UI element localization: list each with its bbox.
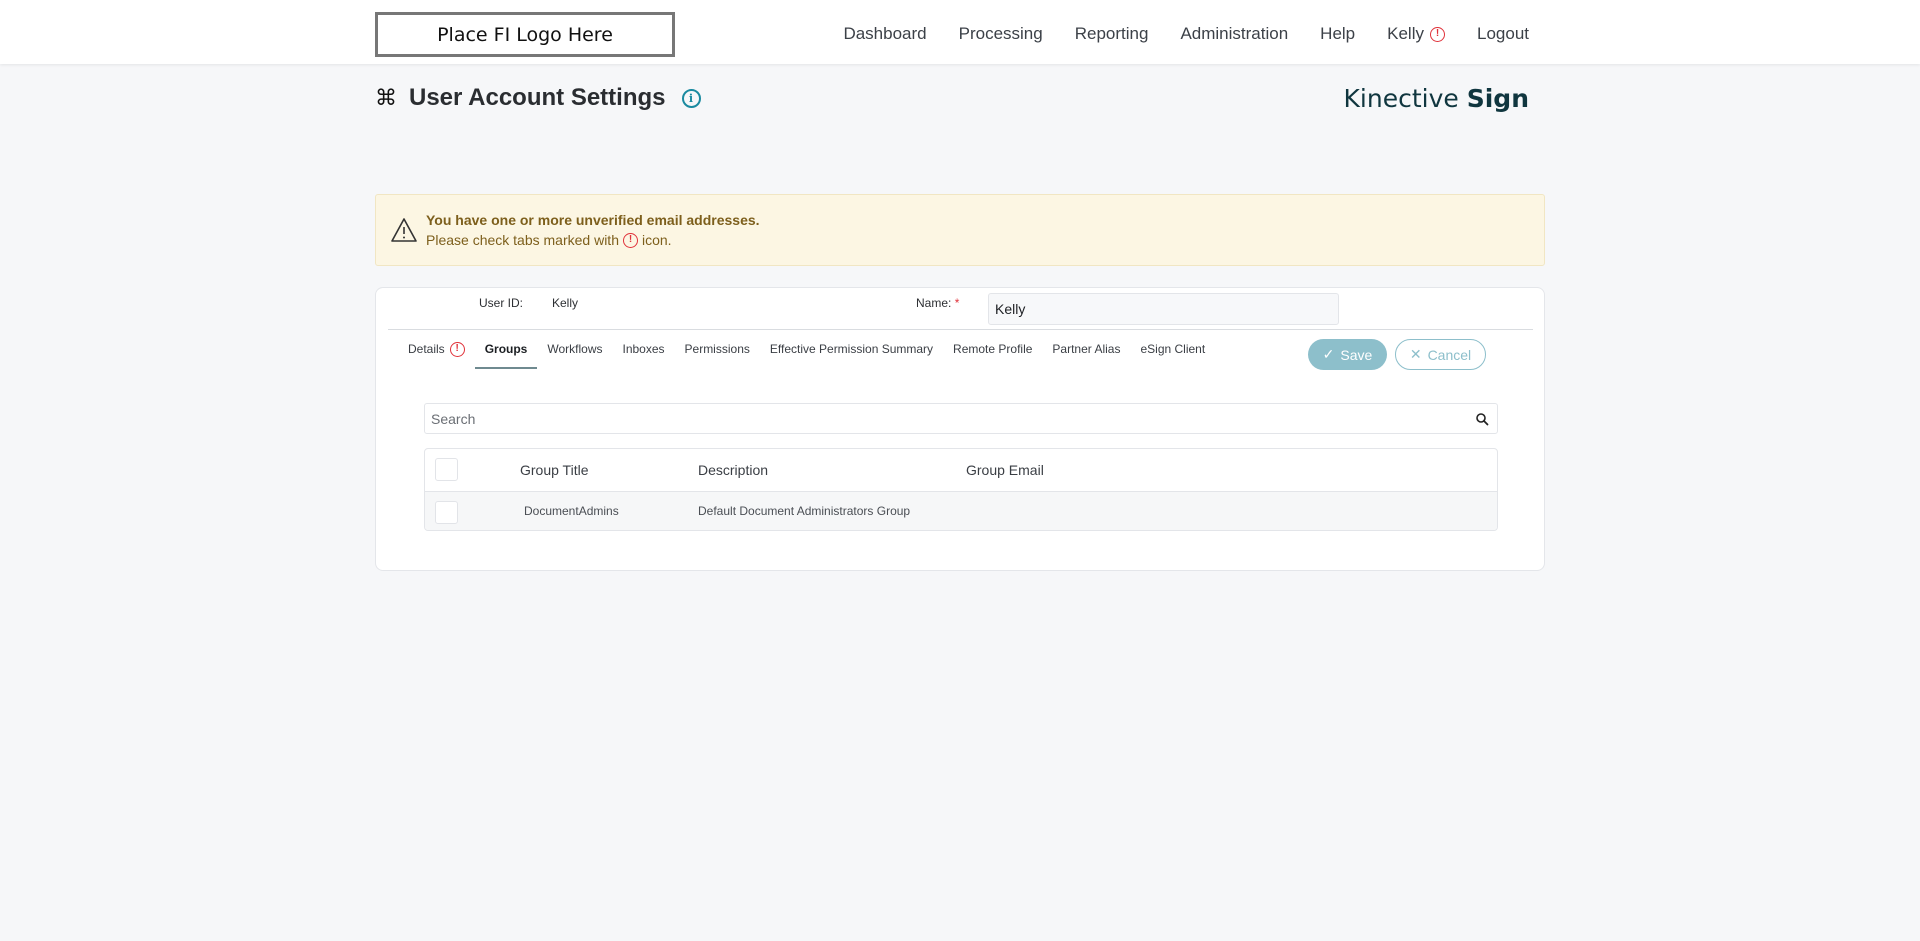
select-all-checkbox[interactable] xyxy=(435,458,458,481)
tab-label: eSign Client xyxy=(1140,342,1206,356)
nav-logout[interactable]: Logout xyxy=(1477,24,1529,44)
warning-message: Please check tabs marked with ! icon. xyxy=(426,232,672,248)
group-title-cell: DocumentAdmins xyxy=(524,504,619,518)
brand-name-light: Kinective xyxy=(1343,84,1459,113)
page-title: User Account Settings xyxy=(409,84,666,111)
tab-label: Permissions xyxy=(684,342,750,356)
tab-inboxes[interactable]: Inboxes xyxy=(612,330,674,368)
tab-label: Remote Profile xyxy=(953,342,1033,356)
info-icon[interactable]: i xyxy=(681,88,701,108)
cancel-button[interactable]: ✕ Cancel xyxy=(1395,339,1486,370)
top-navigation-bar: Place FI Logo Here Dashboard Processing … xyxy=(0,0,1920,64)
search-icon[interactable] xyxy=(1475,412,1489,426)
tab-details[interactable]: Details ! xyxy=(398,330,475,368)
column-header-group-email[interactable]: Group Email xyxy=(966,462,1044,478)
nav-label: Processing xyxy=(958,24,1043,43)
nav-user-menu[interactable]: Kelly ! xyxy=(1387,24,1445,44)
tab-workflows[interactable]: Workflows xyxy=(537,330,612,368)
tab-label: Groups xyxy=(484,342,528,356)
required-marker: * xyxy=(954,296,960,310)
settings-tabs: Details ! Groups Workflows Inboxes Permi… xyxy=(398,330,1215,369)
tab-label: Inboxes xyxy=(622,342,665,356)
warning-triangle-icon xyxy=(391,218,417,242)
tab-label: Partner Alias xyxy=(1052,342,1121,356)
user-settings-card: User ID: Kelly Name: * Details ! Groups … xyxy=(375,287,1545,571)
groups-table: Group Title Description Group Email Docu… xyxy=(424,448,1498,531)
alert-icon: ! xyxy=(449,341,465,357)
warning-text-after: icon. xyxy=(641,232,672,248)
command-icon: ⌘ xyxy=(375,85,397,110)
search-input[interactable] xyxy=(425,404,1455,433)
brand-name-bold: Sign xyxy=(1466,84,1529,113)
column-header-group-title[interactable]: Group Title xyxy=(520,462,588,478)
nav-dashboard[interactable]: Dashboard xyxy=(843,24,926,44)
tab-esign-client[interactable]: eSign Client xyxy=(1130,330,1215,368)
user-id-value: Kelly xyxy=(552,296,579,310)
tab-label: Effective Permission Summary xyxy=(769,342,934,356)
warning-text-before: Please check tabs marked with xyxy=(426,232,619,248)
nav-label: Logout xyxy=(1477,24,1529,43)
user-id-label: User ID: xyxy=(479,296,524,310)
main-nav: Dashboard Processing Reporting Administr… xyxy=(843,0,1529,68)
table-header: Group Title Description Group Email xyxy=(425,449,1497,492)
tab-label: Details xyxy=(408,342,445,356)
tab-groups[interactable]: Groups xyxy=(474,330,538,369)
nav-label: Reporting xyxy=(1074,24,1149,43)
tab-label: Workflows xyxy=(547,342,603,356)
save-label: Save xyxy=(1340,346,1373,363)
page-header: ⌘ User Account Settings i xyxy=(375,82,701,114)
name-label: Name: * xyxy=(916,296,959,310)
nav-help[interactable]: Help xyxy=(1320,24,1355,44)
nav-processing[interactable]: Processing xyxy=(959,24,1043,44)
alert-icon: ! xyxy=(1430,26,1445,42)
save-button[interactable]: ✓ Save xyxy=(1308,339,1387,370)
cancel-label: Cancel xyxy=(1427,346,1472,363)
row-checkbox[interactable] xyxy=(435,501,458,524)
brand-logo: Kinective Sign xyxy=(1344,84,1529,113)
tab-permissions[interactable]: Permissions xyxy=(675,330,760,368)
tab-partner-alias[interactable]: Partner Alias xyxy=(1042,330,1130,368)
name-field[interactable] xyxy=(988,293,1339,325)
nav-administration[interactable]: Administration xyxy=(1180,24,1288,44)
close-icon: ✕ xyxy=(1409,346,1422,362)
search-box xyxy=(424,403,1498,434)
column-header-description[interactable]: Description xyxy=(698,462,768,478)
unverified-email-warning: You have one or more unverified email ad… xyxy=(375,194,1545,266)
nav-label: Administration xyxy=(1180,24,1289,43)
nav-label: Dashboard xyxy=(843,24,927,43)
nav-label: Kelly xyxy=(1387,24,1424,43)
name-label-text: Name: xyxy=(916,296,952,310)
warning-title: You have one or more unverified email ad… xyxy=(426,212,760,228)
tab-effective-permission-summary[interactable]: Effective Permission Summary xyxy=(760,330,943,368)
nav-reporting[interactable]: Reporting xyxy=(1075,24,1149,44)
table-row[interactable]: DocumentAdmins Default Document Administ… xyxy=(425,492,1497,530)
tab-remote-profile[interactable]: Remote Profile xyxy=(943,330,1042,368)
alert-icon: ! xyxy=(622,232,638,248)
nav-label: Help xyxy=(1320,24,1356,43)
check-icon: ✓ xyxy=(1322,346,1335,362)
description-cell: Default Document Administrators Group xyxy=(698,504,911,518)
institution-logo-placeholder[interactable]: Place FI Logo Here xyxy=(375,12,675,57)
